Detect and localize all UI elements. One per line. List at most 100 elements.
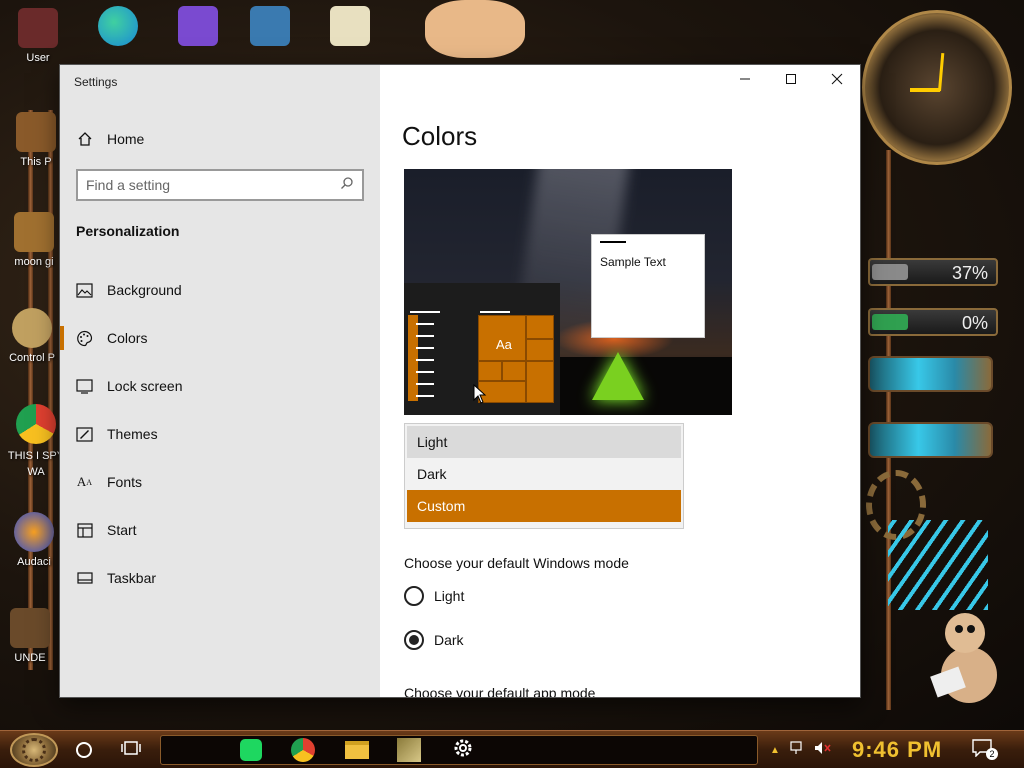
preview-tile	[526, 361, 554, 403]
settings-content: Colors Aa Sample Text Light Dark Custom …	[380, 65, 860, 697]
dropdown-option-light[interactable]: Light	[407, 426, 681, 458]
color-preview: Aa Sample Text	[404, 169, 732, 415]
cpu-meter-fill	[872, 264, 908, 280]
search-input[interactable]	[86, 177, 340, 193]
minimize-button[interactable]	[722, 65, 768, 97]
nav-item-background[interactable]: Background	[60, 270, 380, 310]
computer-icon	[16, 112, 56, 152]
desktop-icon-cartoon[interactable]	[420, 0, 530, 62]
ram-meter-value: 0%	[961, 313, 988, 333]
notification-count: 2	[986, 748, 998, 760]
clock-minute-hand	[938, 53, 945, 92]
section-title: Personalization	[76, 223, 180, 239]
taskbar-app-file-explorer[interactable]	[342, 736, 372, 764]
desktop-icon-edge[interactable]	[88, 6, 148, 50]
start-button[interactable]	[10, 733, 58, 767]
preview-menu-line	[416, 371, 434, 373]
preview-menu-line	[416, 347, 434, 349]
dropdown-option-dark[interactable]: Dark	[407, 458, 681, 490]
desktop-icon-chrome[interactable]: THIS I SPY WA	[6, 404, 66, 480]
page-title: Colors	[402, 121, 478, 151]
color-mode-dropdown[interactable]: Light Dark Custom	[404, 423, 684, 529]
nav-item-label: Start	[107, 522, 137, 538]
nav-item-themes[interactable]: Themes	[60, 414, 380, 454]
preview-menu-line	[410, 311, 440, 313]
cpu-meter-gadget: 37%	[868, 258, 998, 286]
desktop-icon-under[interactable]: UNDE	[0, 608, 60, 664]
maximize-button[interactable]	[768, 65, 814, 97]
desktop-icon-label: Audaci	[17, 556, 51, 568]
light-tubes-decoration	[888, 520, 988, 610]
preview-tent	[592, 352, 644, 400]
desktop-icon-control-panel[interactable]: Control P	[2, 308, 62, 364]
preview-tiles	[478, 315, 554, 403]
nav-home[interactable]: Home	[76, 125, 366, 153]
radio-button-selected[interactable]	[404, 630, 424, 650]
shield-icon	[14, 212, 54, 252]
desktop-icon-label: UNDE	[14, 652, 46, 664]
nav-item-lock-screen[interactable]: Lock screen	[60, 366, 380, 406]
radio-dot	[409, 635, 419, 645]
desktop-icon-user[interactable]: User	[8, 8, 68, 64]
chevron-up-icon[interactable]: ▲	[770, 745, 780, 756]
task-view-button[interactable]	[118, 736, 144, 764]
taskbar-app-settings[interactable]	[448, 736, 478, 764]
nav-item-label: Background	[107, 282, 182, 298]
themes-icon	[76, 426, 93, 443]
desktop-icon-hxd[interactable]	[320, 6, 380, 50]
desktop-icon-visual-studio[interactable]	[168, 6, 228, 50]
nav-item-label: Themes	[107, 426, 158, 442]
window-title: Settings	[74, 75, 118, 89]
steampunk-clock-gadget	[862, 10, 1012, 165]
preview-tile	[478, 361, 502, 381]
hamster-gadget	[925, 605, 1005, 705]
cortana-button[interactable]	[72, 736, 96, 764]
app-mode-label: Choose your default app mode	[404, 685, 596, 697]
file-explorer-icon	[345, 741, 369, 759]
hex-editor-icon	[330, 6, 370, 46]
volume-muted-icon[interactable]	[814, 741, 832, 760]
desktop-icon-label: This P	[20, 156, 52, 168]
windows-mode-radio-dark[interactable]: Dark	[404, 627, 464, 653]
pipe-decoration	[48, 110, 53, 670]
virtualbox-icon	[250, 6, 290, 46]
preview-menu-line	[416, 395, 434, 397]
taskbar-app-image[interactable]	[394, 736, 424, 764]
desktop-icon-label: THIS I SPY WA	[7, 450, 65, 478]
network-icon[interactable]	[790, 740, 806, 760]
edge-icon	[98, 6, 138, 46]
desktop-icon-audacity[interactable]: Audaci	[4, 512, 64, 568]
preview-tile	[526, 315, 554, 339]
desktop-icon-this-pc[interactable]: This P	[6, 112, 66, 168]
taskbar-app-spotify[interactable]	[236, 736, 266, 764]
nav-item-start[interactable]: Start	[60, 510, 380, 550]
cpu-meter-value: 37%	[951, 263, 988, 283]
image-app-icon	[397, 738, 421, 762]
minimize-icon	[739, 72, 751, 90]
steampunk-gear-icon	[22, 738, 46, 762]
task-view-icon	[121, 740, 141, 761]
gauge-tube	[868, 356, 993, 392]
desktop-icon-moon[interactable]: moon gi	[4, 212, 64, 268]
windows-mode-radio-light[interactable]: Light	[404, 583, 464, 609]
pipe-decoration	[28, 110, 33, 670]
close-button[interactable]	[814, 65, 860, 97]
close-icon	[831, 72, 843, 90]
search-icon[interactable]	[340, 176, 354, 195]
nav-item-taskbar[interactable]: Taskbar	[60, 558, 380, 598]
notification-center-button[interactable]: 2	[972, 739, 998, 761]
preview-menu-line	[416, 323, 434, 325]
desktop-icon-virtualbox[interactable]	[240, 6, 300, 50]
radio-button[interactable]	[404, 586, 424, 606]
desktop-icon-label: moon gi	[14, 256, 54, 268]
image-icon	[76, 282, 93, 299]
taskbar-clock[interactable]: 9:46 PM	[852, 737, 942, 763]
nav-item-label: Lock screen	[107, 378, 183, 394]
preview-window-titlebar	[600, 241, 626, 243]
nav-item-colors[interactable]: Colors	[60, 318, 380, 358]
dropdown-option-custom[interactable]: Custom	[407, 490, 681, 522]
chrome-icon	[16, 404, 56, 444]
home-icon	[76, 131, 93, 148]
taskbar-app-chrome[interactable]	[288, 736, 318, 764]
nav-item-fonts[interactable]: AA Fonts	[60, 462, 380, 502]
